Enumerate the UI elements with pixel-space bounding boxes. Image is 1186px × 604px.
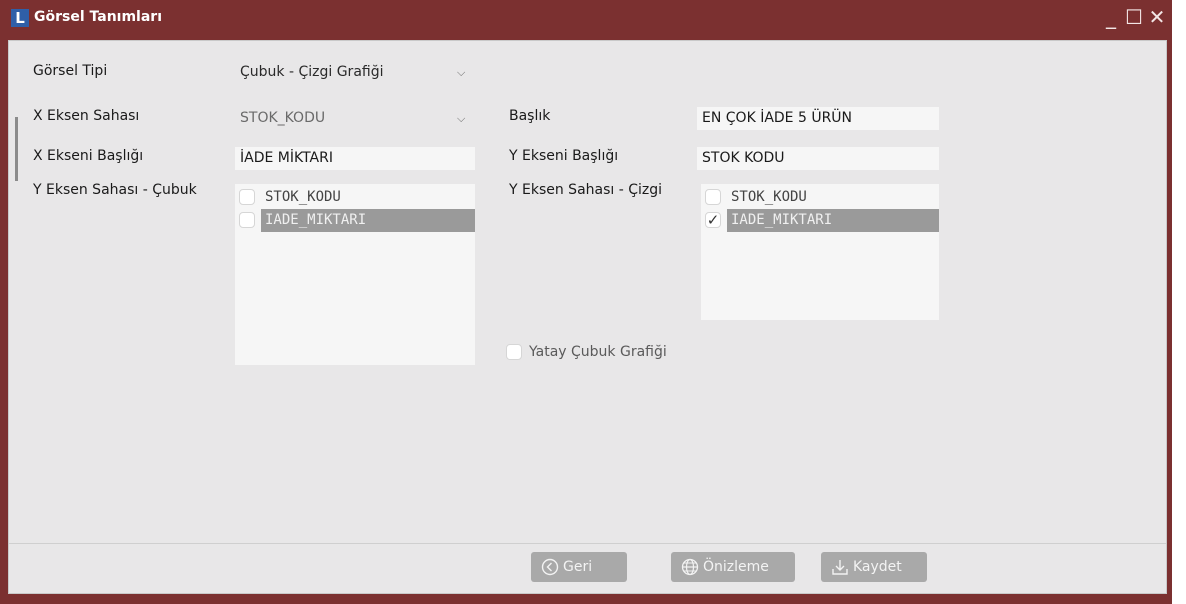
list-item-label: IADE_MIKTARI <box>265 212 367 228</box>
y-ekseni-basligi-label: Y Ekseni Başlığı <box>509 148 619 164</box>
gorsel-tipi-select[interactable]: Çubuk - Çizgi Grafiği ⌵ <box>235 60 475 85</box>
chevron-down-icon: ⌵ <box>457 112 466 125</box>
list-item[interactable]: STOK_KODU <box>701 186 939 209</box>
gorsel-tipi-value: Çubuk - Çizgi Grafiği <box>240 64 384 80</box>
x-eksen-sahasi-label: X Eksen Sahası <box>33 108 140 124</box>
maximize-button[interactable]: ☐ <box>1123 5 1145 29</box>
onizleme-button[interactable]: Önizleme <box>671 552 795 582</box>
onizleme-label: Önizleme <box>703 559 769 575</box>
x-ekseni-basligi-label: X Ekseni Başlığı <box>33 148 144 164</box>
title-bar: L Görsel Tanımları _ ☐ ✕ <box>0 0 1172 36</box>
chevron-down-icon: ⌵ <box>457 66 466 79</box>
checkmark-icon[interactable]: ✓ <box>705 212 721 228</box>
y-eksen-cizgi-label: Y Eksen Sahası - Çizgi <box>509 182 663 198</box>
geri-button[interactable]: Geri <box>531 552 627 582</box>
checkbox[interactable] <box>239 212 255 228</box>
close-button[interactable]: ✕ <box>1146 5 1168 29</box>
globe-icon <box>681 558 699 576</box>
y-eksen-cubuk-label: Y Eksen Sahası - Çubuk <box>33 182 197 198</box>
x-eksen-sahasi-value: STOK_KODU <box>240 110 326 126</box>
download-icon <box>832 560 848 575</box>
geri-label: Geri <box>563 559 593 575</box>
yatay-cubuk-label: Yatay Çubuk Grafiği <box>529 344 667 360</box>
footer-divider <box>9 543 1166 544</box>
list-item[interactable]: STOK_KODU <box>235 186 475 209</box>
y-ekseni-basligi-input[interactable]: STOK KODU <box>697 147 939 170</box>
kaydet-button[interactable]: Kaydet <box>821 552 927 582</box>
checkbox[interactable] <box>506 344 522 360</box>
gorsel-tipi-label: Görsel Tipi <box>33 63 108 79</box>
checkbox[interactable] <box>705 189 721 205</box>
app-logo-icon: L <box>11 9 29 27</box>
x-ekseni-basligi-input[interactable]: İADE MİKTARI <box>235 147 475 170</box>
back-arrow-icon <box>541 558 559 576</box>
checkbox[interactable] <box>239 189 255 205</box>
baslik-input[interactable]: EN ÇOK İADE 5 ÜRÜN <box>697 107 939 130</box>
list-item[interactable]: IADE_MIKTARI <box>235 209 475 232</box>
window-title: Görsel Tanımları <box>34 9 163 25</box>
kaydet-label: Kaydet <box>853 559 902 575</box>
window: L Görsel Tanımları _ ☐ ✕ Görsel Tipi Çub… <box>0 0 1172 604</box>
list-item[interactable]: ✓ IADE_MIKTARI <box>701 209 939 232</box>
minimize-button[interactable]: _ <box>1100 5 1122 29</box>
x-eksen-sahasi-select[interactable]: STOK_KODU ⌵ <box>235 106 475 131</box>
list-item-label: STOK_KODU <box>731 189 807 205</box>
resize-handle[interactable] <box>15 117 18 181</box>
baslik-label: Başlık <box>509 108 551 124</box>
form-panel: Görsel Tipi Çubuk - Çizgi Grafiği ⌵ X Ek… <box>8 40 1167 594</box>
y-eksen-cizgi-list[interactable]: STOK_KODU ✓ IADE_MIKTARI <box>701 184 939 320</box>
list-item-label: IADE_MIKTARI <box>731 212 833 228</box>
list-item-label: STOK_KODU <box>265 189 341 205</box>
y-eksen-cubuk-list[interactable]: STOK_KODU IADE_MIKTARI <box>235 184 475 365</box>
